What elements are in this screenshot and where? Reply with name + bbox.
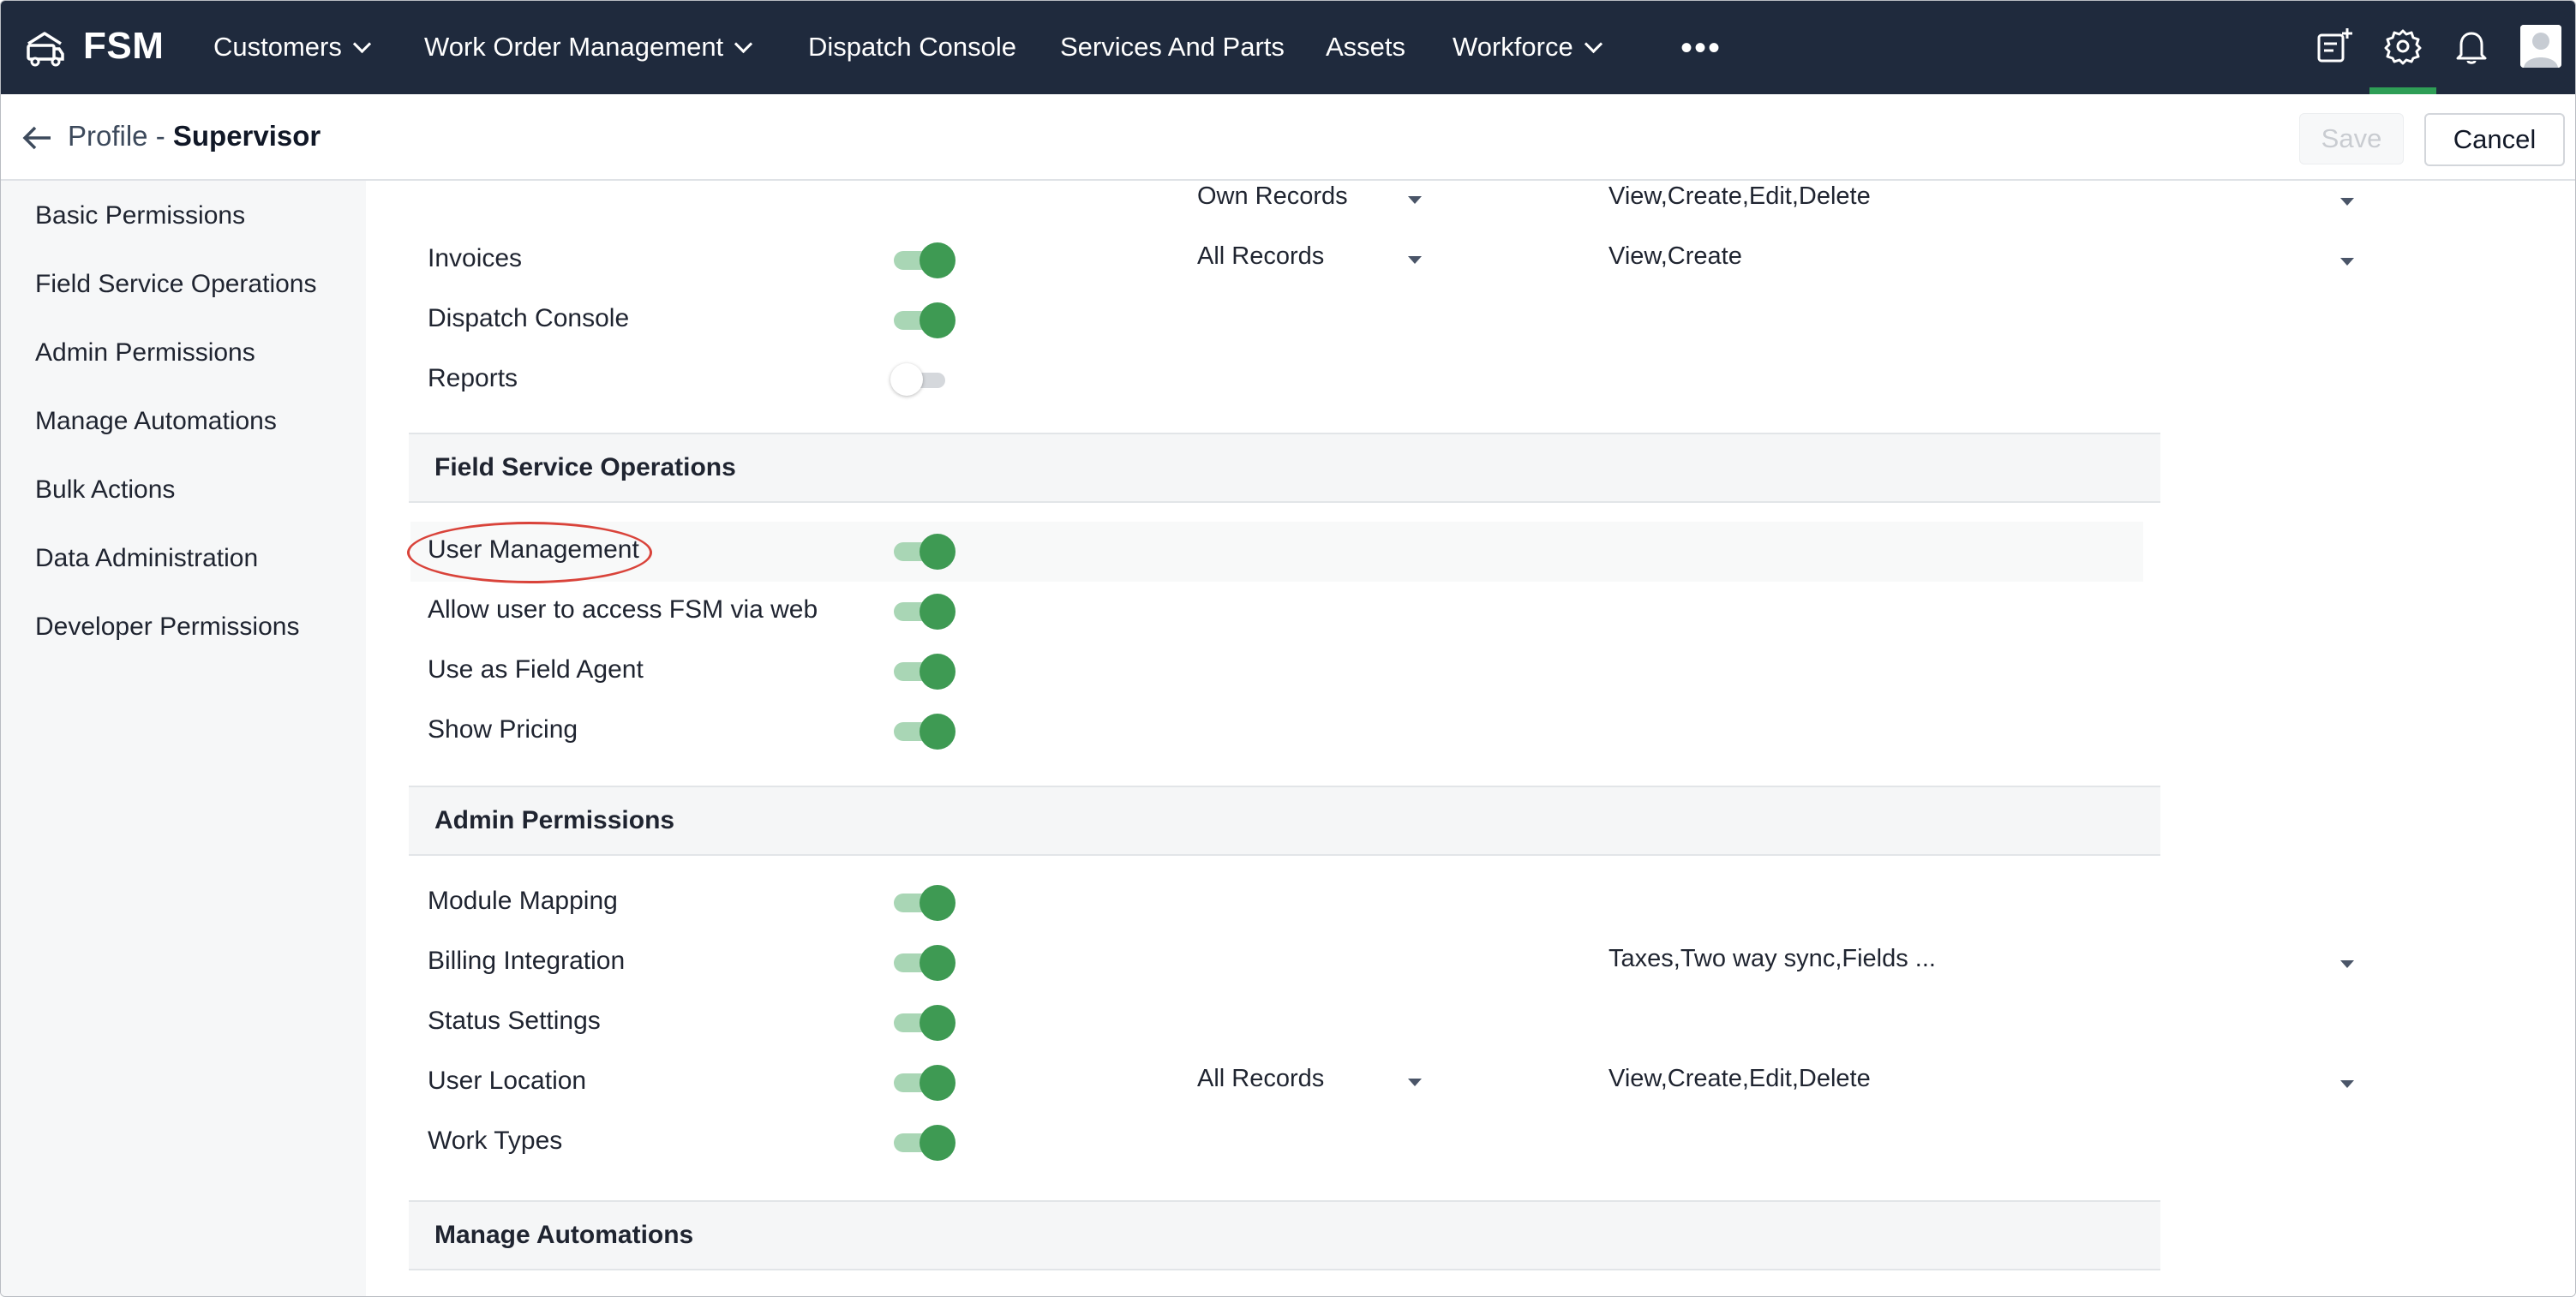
nav-item-label: Assets (1326, 32, 1406, 62)
page-title-prefix: Profile - (68, 120, 173, 152)
caret-down-icon[interactable] (2340, 960, 2354, 968)
app-brand[interactable]: FSM (83, 25, 164, 68)
record-scope-dropdown[interactable]: All Records (1197, 1065, 1324, 1093)
permission-label: Status Settings (428, 1007, 601, 1035)
section-title: Manage Automations (434, 1221, 694, 1249)
nav-customers[interactable]: Customers (213, 32, 371, 63)
caret-down-icon[interactable] (1408, 196, 1422, 204)
top-navigation-bar: FSM Customers Work Order Management Disp… (1, 1, 2575, 94)
profile-name: Supervisor (172, 120, 321, 152)
status-settings-toggle[interactable] (890, 1003, 959, 1041)
permission-label: Work Types (428, 1127, 563, 1155)
avatar-icon (2520, 25, 2561, 68)
cancel-button[interactable]: Cancel (2424, 113, 2565, 166)
sidebar-item-field-service-operations[interactable]: Field Service Operations (35, 270, 316, 299)
permission-label: Show Pricing (428, 715, 578, 744)
section-header-manage-automations: Manage Automations (409, 1200, 2160, 1270)
module-mapping-toggle[interactable] (890, 883, 959, 921)
billing-integration-toggle[interactable] (890, 943, 959, 981)
sidebar-item-developer-permissions[interactable]: Developer Permissions (35, 613, 299, 642)
section-header-field-service-operations: Field Service Operations (409, 433, 2160, 503)
actions-dropdown[interactable]: View,Create,Edit,Delete (1609, 182, 1871, 211)
chevron-down-icon (352, 34, 371, 54)
web-access-toggle[interactable] (890, 592, 959, 630)
reports-toggle[interactable] (890, 361, 959, 398)
user-location-toggle[interactable] (890, 1063, 959, 1101)
permissions-sidebar: Basic Permissions Field Service Operatio… (1, 181, 366, 1296)
permissions-content: Own Records View,Create,Edit,Delete Invo… (366, 181, 2575, 1296)
page-header: Profile - Supervisor Save Cancel (1, 94, 2575, 181)
caret-down-icon[interactable] (1408, 1079, 1422, 1086)
permission-label: Billing Integration (428, 947, 626, 975)
nav-item-label: Work Order Management (424, 32, 724, 62)
save-button[interactable]: Save (2299, 113, 2404, 164)
nav-item-label: Workforce (1453, 32, 1573, 62)
nav-workforce[interactable]: Workforce (1453, 32, 1603, 63)
sidebar-item-basic-permissions[interactable]: Basic Permissions (35, 201, 245, 230)
sidebar-item-manage-automations[interactable]: Manage Automations (35, 407, 277, 436)
sidebar-item-bulk-actions[interactable]: Bulk Actions (35, 475, 175, 505)
record-scope-dropdown[interactable]: All Records (1197, 242, 1324, 271)
nav-services-and-parts[interactable]: Services And Parts (1060, 32, 1285, 63)
work-types-toggle[interactable] (890, 1123, 959, 1161)
permission-label: Dispatch Console (428, 304, 630, 332)
invoices-toggle[interactable] (890, 241, 959, 278)
section-title: Admin Permissions (434, 806, 675, 834)
nav-item-label: Dispatch Console (808, 32, 1016, 62)
nav-item-label: Customers (213, 32, 342, 62)
show-pricing-toggle[interactable] (890, 712, 959, 750)
permission-label: Use as Field Agent (428, 655, 644, 684)
permission-label: Module Mapping (428, 887, 618, 915)
user-management-toggle[interactable] (890, 532, 959, 570)
active-tab-indicator (2369, 87, 2436, 94)
add-note-icon[interactable] (2315, 27, 2354, 66)
nav-item-label: Services And Parts (1060, 32, 1285, 62)
actions-dropdown[interactable]: View,Create (1609, 242, 1742, 271)
gear-icon[interactable] (2383, 27, 2423, 66)
more-menu-icon[interactable]: ••• (1680, 31, 1722, 65)
permission-label: User Location (428, 1067, 587, 1095)
highlighted-row (410, 522, 2143, 582)
actions-dropdown[interactable]: View,Create,Edit,Delete (1609, 1065, 1871, 1093)
dispatch-console-toggle[interactable] (890, 301, 959, 338)
bell-icon[interactable] (2452, 27, 2491, 66)
permission-label: Reports (428, 364, 518, 392)
actions-dropdown[interactable]: Taxes,Two way sync,Fields ... (1609, 945, 1936, 973)
fsm-logo-icon (27, 32, 64, 67)
app-window: FSM Customers Work Order Management Disp… (0, 0, 2576, 1297)
nav-work-order-management[interactable]: Work Order Management (424, 32, 753, 63)
record-scope-dropdown[interactable]: Own Records (1197, 182, 1348, 211)
permission-label: Invoices (428, 244, 523, 272)
sidebar-item-data-administration[interactable]: Data Administration (35, 544, 258, 573)
section-header-admin-permissions: Admin Permissions (409, 786, 2160, 856)
annotation-circle (407, 522, 652, 583)
user-avatar[interactable] (2520, 25, 2561, 68)
nav-dispatch-console[interactable]: Dispatch Console (808, 32, 1016, 63)
back-arrow-icon[interactable] (20, 123, 54, 152)
nav-assets[interactable]: Assets (1326, 32, 1405, 63)
page-title: Profile - Supervisor (68, 120, 321, 152)
section-title: Field Service Operations (434, 453, 736, 481)
caret-down-icon[interactable] (2340, 1080, 2354, 1088)
caret-down-icon[interactable] (1408, 256, 1422, 264)
caret-down-icon[interactable] (2340, 198, 2354, 206)
caret-down-icon[interactable] (2340, 258, 2354, 266)
field-agent-toggle[interactable] (890, 652, 959, 690)
sidebar-item-admin-permissions[interactable]: Admin Permissions (35, 338, 255, 368)
permission-label: Allow user to access FSM via web (428, 595, 818, 624)
chevron-down-icon (1584, 34, 1603, 54)
chevron-down-icon (734, 34, 753, 54)
